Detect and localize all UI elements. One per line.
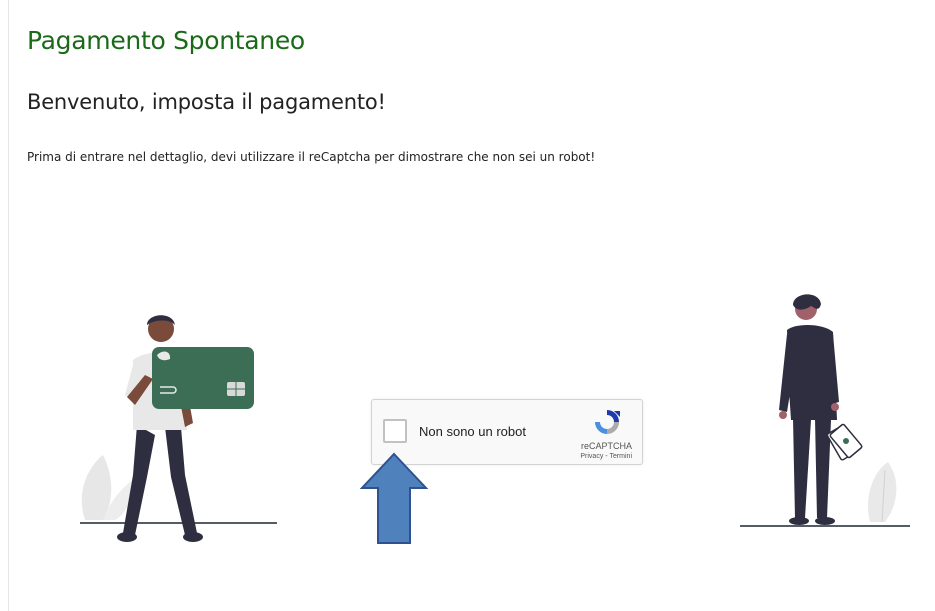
recaptcha-checkbox[interactable]	[383, 419, 407, 443]
terms-link[interactable]: Termini	[609, 453, 632, 460]
recaptcha-logo-icon	[595, 410, 620, 434]
banknote-icon	[826, 423, 863, 461]
up-arrow-icon	[359, 452, 429, 544]
man-in-suit-illustration	[740, 294, 910, 527]
recaptcha-label: Non sono un robot	[419, 424, 526, 439]
plant-left-icon	[81, 455, 133, 520]
recaptcha-brand: reCAPTCHA	[580, 441, 632, 451]
privacy-link[interactable]: Privacy	[580, 453, 603, 460]
recaptcha-links: Privacy - Termini	[580, 453, 632, 460]
plant-right-icon	[867, 462, 897, 523]
credit-card-icon	[152, 347, 254, 409]
page-title: Pagamento Spontaneo	[27, 26, 305, 55]
intro-text: Prima di entrare nel dettaglio, devi uti…	[27, 150, 596, 164]
page-subtitle: Benvenuto, imposta il pagamento!	[27, 90, 386, 114]
person-with-card-illustration	[80, 315, 277, 542]
page-left-border	[8, 0, 9, 611]
